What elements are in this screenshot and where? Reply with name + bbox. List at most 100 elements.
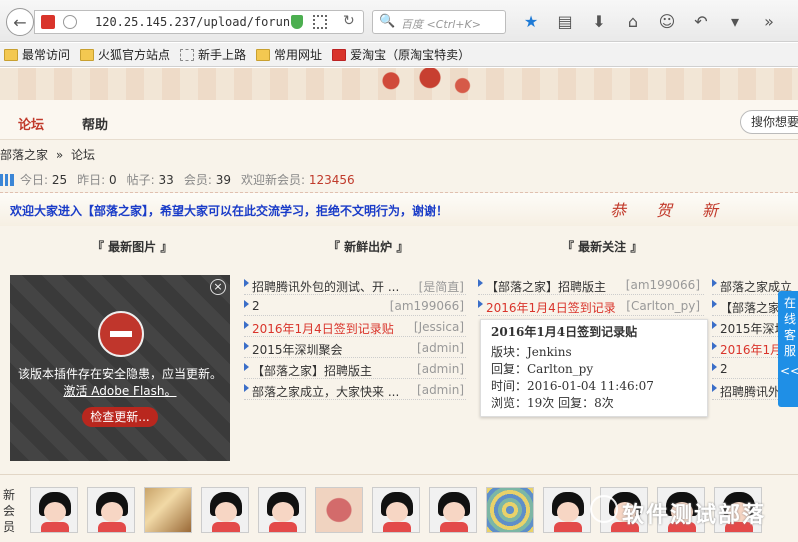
online-service-tab[interactable]: 在线客服 << <box>778 291 798 407</box>
folder-icon <box>256 48 271 61</box>
avatar[interactable] <box>87 487 135 533</box>
flash-plugin-placeholder: × 该版本插件存在安全隐患，应当更新。 激活 Adobe Flash。 检查更新… <box>10 275 230 461</box>
bookmark-common-sites[interactable]: 常用网址 <box>256 46 322 63</box>
welcome-text: 欢迎大家进入【部落之家】，希望大家可以在此交流学习，拒绝不文明行为，谢谢！ <box>10 204 449 218</box>
download-icon[interactable]: ⬇ <box>582 12 616 31</box>
list-item[interactable]: 招聘腾讯外包的测试、开 ... [是简直] <box>244 275 466 295</box>
bookmark-ai-taobao[interactable]: 爱淘宝（原淘宝特卖） <box>332 46 470 63</box>
browser-toolbar: ← 120.25.145.237/upload/forun ↻ 🔍 百度 <Ct… <box>0 0 798 42</box>
arrow-icon <box>712 363 717 371</box>
main-nav: 论坛 帮助 搜你想要 <box>0 100 798 140</box>
avatar[interactable] <box>315 487 363 533</box>
service-text: 在线客服 <box>784 296 797 358</box>
dropdown-icon[interactable]: ▾ <box>718 12 752 31</box>
globe-icon[interactable] <box>63 15 77 29</box>
list-item[interactable]: 2015年深圳聚会 [admin] <box>244 338 466 358</box>
site-search-input[interactable]: 搜你想要 <box>740 110 798 134</box>
avatar[interactable] <box>429 487 477 533</box>
new-members-label: 新会员 <box>2 488 15 534</box>
breadcrumb-home[interactable]: 部落之家 <box>0 148 48 162</box>
bookmark-star-icon[interactable]: ★ <box>514 12 548 31</box>
taobao-icon <box>332 48 347 61</box>
arrow-icon <box>712 384 717 392</box>
nav-help[interactable]: 帮助 <box>82 114 108 133</box>
bookmark-firefox-site[interactable]: 火狐官方站点 <box>80 46 170 63</box>
url-text[interactable]: 120.25.145.237/upload/forun <box>95 15 290 29</box>
avatar[interactable] <box>201 487 249 533</box>
search-icon: 🔍 <box>379 14 396 29</box>
stat-members: 39 <box>215 172 231 187</box>
check-update-button[interactable]: 检查更新... <box>82 407 158 427</box>
arrow-icon <box>478 300 483 308</box>
qr-code-icon[interactable] <box>313 15 327 29</box>
arrow-icon <box>244 279 249 287</box>
post-tooltip: 2016年1月4日签到记录贴 版块：Jenkins 回复：Carlton_py … <box>480 319 708 417</box>
stat-yesterday-label: 昨日: <box>77 173 106 187</box>
toolbar-icons: ★ ▤ ⬇ ⌂ ☺ ↶ ▾ » <box>514 12 786 31</box>
welcome-bar: 欢迎大家进入【部落之家】，希望大家可以在此交流学习，拒绝不文明行为，谢谢！ 恭贺… <box>0 192 798 226</box>
stat-today-label: 今日: <box>20 173 49 187</box>
tooltip-time: 时间：2016-01-04 11:46:07 <box>491 379 654 393</box>
cloud-ornament <box>352 68 482 100</box>
activate-flash-link[interactable]: 激活 Adobe Flash。 <box>10 382 230 399</box>
list-item[interactable]: 【部落之家】招聘版主 [admin] <box>244 359 466 379</box>
bookmarks-bar: 最常访问 火狐官方站点 新手上路 常用网址 爱淘宝（原淘宝特卖） <box>0 43 798 67</box>
home-icon[interactable]: ⌂ <box>616 12 650 31</box>
nav-forum[interactable]: 论坛 <box>18 114 44 133</box>
welcome-art: 恭贺新 <box>610 201 749 220</box>
url-bar[interactable]: 120.25.145.237/upload/forun ↻ <box>34 10 364 34</box>
page-icon <box>180 48 195 61</box>
tooltip-board: 版块：Jenkins <box>491 345 572 359</box>
list-item[interactable]: 2016年1月4日签到记录贴 [Jessica] <box>244 317 466 337</box>
avatar[interactable] <box>543 487 591 533</box>
avatar[interactable] <box>258 487 306 533</box>
arrow-icon <box>244 384 249 392</box>
stat-yesterday: 0 <box>109 172 117 187</box>
search-placeholder: 百度 <Ctrl+K> <box>401 18 481 31</box>
arrow-icon <box>712 279 717 287</box>
arrow-icon <box>712 300 717 308</box>
bookmark-most-visited[interactable]: 最常访问 <box>4 46 70 63</box>
folder-icon <box>80 48 95 61</box>
column-fresh: 『 新鲜出炉 』 <box>328 240 409 254</box>
folder-icon <box>4 48 18 61</box>
more-tools-icon[interactable]: » <box>752 12 786 31</box>
stat-members-label: 会员: <box>183 173 212 187</box>
chevron-left-icon[interactable]: << <box>778 363 798 379</box>
wechat-logo-icon <box>590 495 618 523</box>
search-box[interactable]: 🔍 百度 <Ctrl+K> <box>372 10 506 34</box>
column-focus: 『 最新关注 』 <box>562 240 643 254</box>
avatar[interactable] <box>30 487 78 533</box>
list-item[interactable]: 部落之家成立，大家快来 ... [admin] <box>244 380 466 400</box>
arrow-icon <box>712 342 717 350</box>
avatar[interactable] <box>486 487 534 533</box>
back-arrow-icon[interactable]: ← <box>6 8 34 36</box>
undo-icon[interactable]: ↶ <box>684 12 718 31</box>
stat-posts-label: 帖子: <box>126 173 155 187</box>
reload-icon[interactable]: ↻ <box>343 13 355 29</box>
site-favicon-icon <box>41 15 55 29</box>
arrow-icon <box>244 321 249 329</box>
shield-icon[interactable] <box>291 15 303 29</box>
forum-page: 论坛 帮助 搜你想要 部落之家 » 论坛 今日: 25 昨日: 0 帖子: 33… <box>0 68 798 542</box>
list-item[interactable]: 【部落之家】招聘版主 [am199066] <box>478 275 704 295</box>
flash-warning-text: 该版本插件存在安全隐患，应当更新。 <box>17 367 222 381</box>
stat-newest-label: 欢迎新会员: <box>240 173 306 187</box>
arrow-icon <box>244 342 249 350</box>
close-icon[interactable]: × <box>210 279 226 295</box>
header-banner <box>0 68 798 100</box>
tooltip-title: 2016年1月4日签到记录贴 <box>491 325 638 339</box>
breadcrumb-current[interactable]: 论坛 <box>71 148 95 162</box>
avatar[interactable] <box>144 487 192 533</box>
reader-icon[interactable]: ▤ <box>548 12 582 31</box>
list-item[interactable]: 2 [am199066] <box>244 296 466 316</box>
stat-posts: 33 <box>158 172 174 187</box>
list-item[interactable]: 2016年1月4日签到记录 [Carlton_py] <box>478 296 704 316</box>
tooltip-reply: 回复：Carlton_py <box>491 362 594 376</box>
bookmark-getting-started[interactable]: 新手上路 <box>180 46 246 63</box>
stat-newest-member[interactable]: 123456 <box>309 173 355 187</box>
arrow-icon <box>244 363 249 371</box>
arrow-icon <box>478 279 483 287</box>
avatar[interactable] <box>372 487 420 533</box>
smiley-icon[interactable]: ☺ <box>650 12 684 31</box>
